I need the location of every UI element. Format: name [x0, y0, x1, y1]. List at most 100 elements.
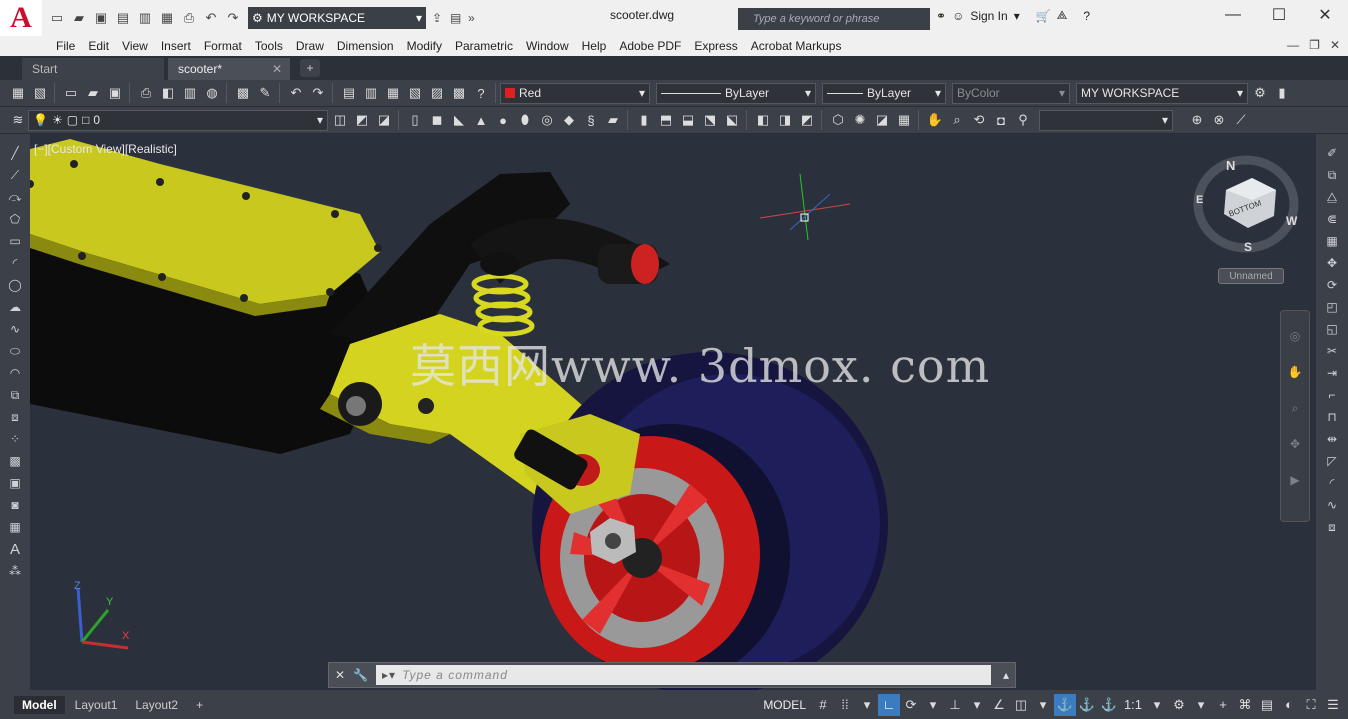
lineweight-dropdown[interactable]: ByLayer ▾ [822, 82, 946, 104]
explode-icon[interactable]: ⧈ [1323, 518, 1341, 536]
workspace-toolbar-dropdown[interactable]: MY WORKSPACE ▾ [1076, 82, 1248, 104]
match-icon[interactable]: ▩ [233, 83, 253, 103]
save-icon[interactable]: ▣ [105, 83, 125, 103]
add-layout-icon[interactable]: + [188, 696, 211, 714]
table-icon[interactable]: ▦ [6, 518, 24, 536]
undo-icon[interactable]: ↶ [202, 9, 220, 27]
chevron-up-icon[interactable]: ▴ [1003, 668, 1009, 682]
walk-icon[interactable]: ⚲ [1013, 110, 1033, 130]
viewport-controls-label[interactable]: [−][Custom View][Realistic] [34, 142, 177, 156]
grid-icon[interactable]: # [812, 694, 834, 716]
new-icon[interactable]: ▭ [48, 9, 66, 27]
sign-in-label[interactable]: Sign In [970, 9, 1007, 23]
pyramid-icon[interactable]: ◆ [559, 110, 579, 130]
menu-modify[interactable]: Modify [407, 39, 455, 53]
torus-icon[interactable]: ◎ [537, 110, 557, 130]
ellipse-arc-icon[interactable]: ◠ [6, 364, 24, 382]
chevron-down-icon[interactable]: ▾ [1190, 694, 1212, 716]
extrude-icon[interactable]: ▮ [634, 110, 654, 130]
tool-palettes-icon[interactable]: ▦ [383, 83, 403, 103]
array-3d-icon[interactable]: ▦ [894, 110, 914, 130]
ellipse-icon[interactable]: ⬭ [6, 342, 24, 360]
chamfer-icon[interactable]: ◸ [1323, 452, 1341, 470]
menu-dimension[interactable]: Dimension [337, 39, 407, 53]
globe-icon[interactable]: ◍ [202, 83, 222, 103]
close-tab-icon[interactable]: ✕ [272, 62, 282, 76]
snap-icon[interactable]: ⁞⁞ [834, 694, 856, 716]
chevron-down-icon[interactable]: ▾ [922, 694, 944, 716]
exchange-icon[interactable]: ⟁ [1057, 8, 1068, 23]
sign-in-area[interactable]: ⚭ ☺ Sign In ▾ 🛒 ⟁ ? [936, 8, 1090, 23]
erase-icon[interactable]: ✐ [1323, 144, 1341, 162]
workspace-dropdown[interactable]: ⚙ MY WORKSPACE ▾ [248, 7, 426, 29]
pan-icon[interactable]: ✋ [1286, 363, 1304, 381]
construction-line-icon[interactable]: ⟋ [6, 166, 24, 184]
units-icon[interactable]: ⌘ [1234, 694, 1256, 716]
menu-view[interactable]: View [122, 39, 161, 53]
binoculars-icon[interactable]: ⚭ [936, 9, 946, 23]
ucs-object-icon[interactable]: ⟋ [1231, 110, 1251, 130]
calculator-icon[interactable]: ▩ [449, 83, 469, 103]
break-icon[interactable]: ⊓ [1323, 408, 1341, 426]
sphere-icon[interactable]: ● [493, 110, 513, 130]
copy-icon[interactable]: ⧉ [1323, 166, 1341, 184]
union-icon[interactable]: ◧ [753, 110, 773, 130]
point-icon[interactable]: ⁘ [6, 430, 24, 448]
layout-tab-layout2[interactable]: Layout2 [127, 696, 186, 714]
viewcube-east-label[interactable]: E [1196, 194, 1203, 206]
publish-icon[interactable]: ▥ [136, 9, 154, 27]
planar-surface-icon[interactable]: ▰ [603, 110, 623, 130]
redo-icon[interactable]: ↷ [224, 9, 242, 27]
drawing-viewport[interactable]: [−][Custom View][Realistic] 莫西网www. 3dmo… [30, 134, 1316, 690]
dynamic-input-icon[interactable]: ⟳ [900, 694, 922, 716]
cone-icon[interactable]: ▲ [471, 110, 491, 130]
new-tab-button[interactable]: + [300, 59, 320, 77]
save-icon[interactable]: ▣ [92, 9, 110, 27]
maximize-icon[interactable]: ☐ [1256, 0, 1302, 30]
sheet-icon[interactable]: ▤ [450, 11, 468, 25]
hatch-icon[interactable]: ▩ [6, 452, 24, 470]
orbit-icon[interactable]: ✥ [1286, 435, 1304, 453]
auto-scale-icon[interactable]: ⚓ [1076, 694, 1098, 716]
subtract-icon[interactable]: ◨ [775, 110, 795, 130]
array-icon[interactable]: ▦ [1323, 232, 1341, 250]
ucs-menu[interactable]: Unnamed [1218, 268, 1284, 284]
layer-previous-icon[interactable]: ◩ [352, 110, 372, 130]
menu-draw[interactable]: Draw [296, 39, 337, 53]
arc-icon[interactable]: ◜ [6, 254, 24, 272]
pan-icon[interactable]: ✋ [925, 110, 945, 130]
chevron-down-icon[interactable]: ▾ [1014, 9, 1020, 23]
showmotion-icon[interactable]: ▶ [1286, 471, 1304, 489]
annotation-scale-icon[interactable]: ⚓ [1098, 694, 1120, 716]
properties-icon[interactable]: ▤ [339, 83, 359, 103]
design-center-icon[interactable]: ▥ [361, 83, 381, 103]
close-icon[interactable]: ✕ [335, 668, 345, 682]
isodraft-icon[interactable]: ◫ [1010, 694, 1032, 716]
sweep-icon[interactable]: ⬓ [678, 110, 698, 130]
move-3d-icon[interactable]: ⬡ [828, 110, 848, 130]
mirror-icon[interactable]: ⧋ [1323, 188, 1341, 206]
add-icon[interactable]: + [1212, 694, 1234, 716]
ucs-origin-icon[interactable]: ⊗ [1209, 110, 1229, 130]
align-3d-icon[interactable]: ◪ [872, 110, 892, 130]
plot-icon[interactable]: ▦ [158, 9, 176, 27]
menu-insert[interactable]: Insert [161, 39, 204, 53]
menu-window[interactable]: Window [526, 39, 582, 53]
chevron-down-icon[interactable]: ▾ [856, 694, 878, 716]
line-icon[interactable]: ╱ [6, 144, 24, 162]
linetype-dropdown[interactable]: ByLayer ▾ [656, 82, 816, 104]
viewcube-south-label[interactable]: S [1244, 240, 1252, 254]
tab-scooter[interactable]: scooter* ✕ [168, 58, 290, 80]
insert-block-icon[interactable]: ⧉ [6, 386, 24, 404]
workspace-switching-icon[interactable]: ⚙ [1168, 694, 1190, 716]
extend-icon[interactable]: ⇥ [1323, 364, 1341, 382]
make-block-icon[interactable]: ⧈ [6, 408, 24, 426]
wrench-icon[interactable]: 🔧 [353, 668, 368, 682]
layout-tab-model[interactable]: Model [14, 695, 65, 714]
color-dropdown[interactable]: Red ▾ [500, 82, 650, 104]
doc-close-icon[interactable]: ✕ [1330, 38, 1340, 52]
tab-start[interactable]: Start [22, 58, 164, 80]
command-prompt-icon[interactable]: ▸▾ [382, 668, 396, 682]
layout-tab-layout1[interactable]: Layout1 [67, 696, 126, 714]
zoom-icon[interactable]: ⌕ [947, 110, 967, 130]
